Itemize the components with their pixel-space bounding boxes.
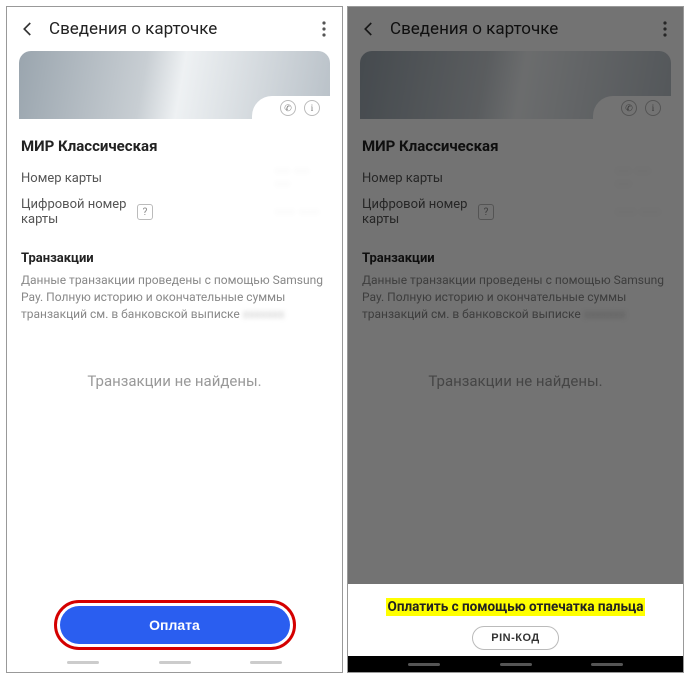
- card-name: МИР Классическая: [21, 137, 328, 155]
- pin-button[interactable]: PIN-КОД: [472, 626, 558, 650]
- nav-home[interactable]: [159, 661, 191, 664]
- nav-recent[interactable]: [408, 663, 440, 666]
- pay-button-wrap: Оплата: [7, 592, 342, 656]
- android-navbar: [348, 656, 683, 672]
- digital-number-value: ···· ····: [276, 206, 328, 219]
- digital-number-label: Цифровой номер карты: [21, 197, 131, 227]
- transactions-empty: Транзакции не найдены.: [362, 372, 669, 390]
- phone-icon[interactable]: ✆: [280, 100, 296, 116]
- more-menu-icon[interactable]: [659, 17, 671, 41]
- screen-card-details: Сведения о карточке ✆ i МИР Классическая…: [6, 6, 343, 673]
- card-number-label: Номер карты: [362, 171, 617, 186]
- card-tab: ✆ i: [593, 96, 671, 120]
- fingerprint-label: Оплатить с помощью отпечатка пальца: [386, 598, 646, 616]
- card-name: МИР Классическая: [362, 137, 669, 155]
- card-image: ✆ i: [19, 51, 330, 119]
- help-icon[interactable]: ?: [137, 204, 153, 220]
- card-image: ✆ i: [360, 51, 671, 119]
- digital-number-row: Цифровой номер карты ? ···· ····: [362, 197, 669, 227]
- nav-back[interactable]: [250, 661, 282, 664]
- info-icon[interactable]: i: [304, 100, 320, 116]
- transactions-desc: Данные транзакции проведены с помощью Sa…: [21, 272, 328, 322]
- card-number-value: ··· ··· ···: [617, 165, 669, 191]
- card-number-label: Номер карты: [21, 171, 276, 186]
- transactions-desc: Данные транзакции проведены с помощью Sa…: [362, 272, 669, 322]
- back-icon[interactable]: [19, 20, 37, 38]
- card-number-value: ··· ··· ···: [276, 165, 328, 191]
- header: Сведения о карточке: [348, 7, 683, 51]
- card-number-row: Номер карты ··· ··· ···: [362, 165, 669, 191]
- page-title: Сведения о карточке: [49, 19, 306, 39]
- back-icon[interactable]: [360, 20, 378, 38]
- more-menu-icon[interactable]: [318, 17, 330, 41]
- nav-home[interactable]: [500, 663, 532, 666]
- nav-recent[interactable]: [67, 661, 99, 664]
- auth-sheet: Оплатить с помощью отпечатка пальца PIN-…: [348, 584, 683, 656]
- help-icon[interactable]: ?: [478, 204, 494, 220]
- transactions-heading: Транзакции: [362, 251, 669, 266]
- pay-button[interactable]: Оплата: [60, 606, 290, 644]
- phone-icon[interactable]: ✆: [621, 100, 637, 116]
- header: Сведения о карточке: [7, 7, 342, 51]
- transactions-empty: Транзакции не найдены.: [21, 372, 328, 390]
- transactions-heading: Транзакции: [21, 251, 328, 266]
- screen-pay-auth: Сведения о карточке ✆ i МИР Классическая…: [347, 6, 684, 673]
- card-number-row: Номер карты ··· ··· ···: [21, 165, 328, 191]
- digital-number-label: Цифровой номер карты: [362, 197, 472, 227]
- digital-number-row: Цифровой номер карты ? ···· ····: [21, 197, 328, 227]
- card-tab: ✆ i: [252, 96, 330, 120]
- page-title: Сведения о карточке: [390, 19, 647, 39]
- digital-number-value: ···· ····: [617, 206, 669, 219]
- info-icon[interactable]: i: [645, 100, 661, 116]
- android-navbar: [7, 656, 342, 672]
- nav-back[interactable]: [591, 663, 623, 666]
